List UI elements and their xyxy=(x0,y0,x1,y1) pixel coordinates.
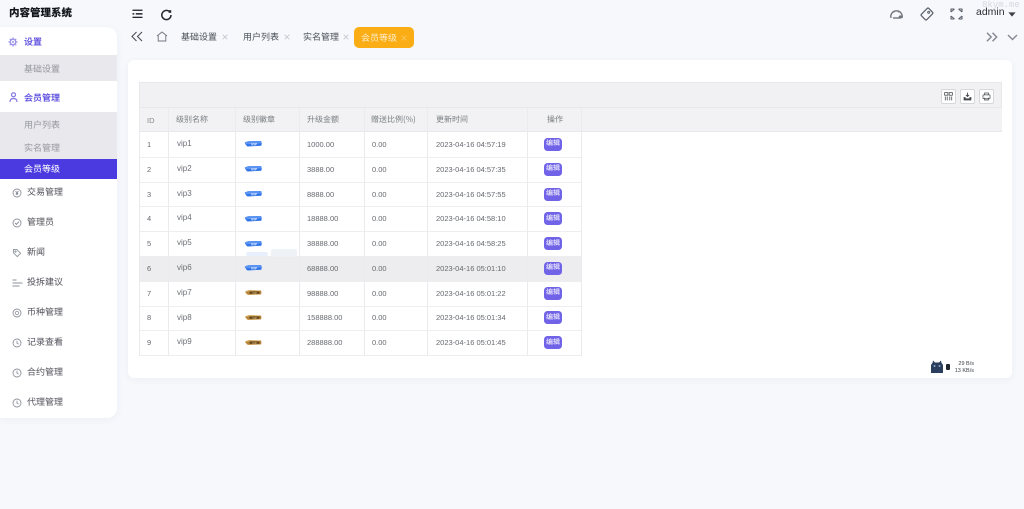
svg-text:VIP: VIP xyxy=(251,241,258,246)
svg-text:VIP: VIP xyxy=(251,216,258,221)
svg-text:VIP: VIP xyxy=(251,167,258,172)
svg-text:VIP: VIP xyxy=(251,142,258,147)
svg-text:VIP: VIP xyxy=(251,266,258,271)
svg-text:VIP: VIP xyxy=(251,191,258,196)
svg-text:VIP: VIP xyxy=(252,316,257,320)
svg-text:VIP: VIP xyxy=(252,340,257,344)
svg-text:VIP: VIP xyxy=(252,291,257,295)
